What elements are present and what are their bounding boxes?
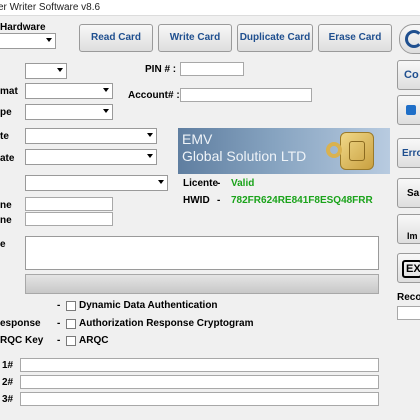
track3-label: 3# bbox=[2, 394, 14, 405]
option1-dash: - bbox=[57, 300, 61, 311]
type-select[interactable] bbox=[25, 104, 113, 120]
arqc-checkbox[interactable] bbox=[66, 336, 76, 346]
account-field[interactable] bbox=[180, 88, 312, 102]
duplicate-card-button[interactable]: Duplicate Card bbox=[237, 24, 313, 52]
record-field[interactable] bbox=[397, 306, 420, 320]
dda-label: Dynamic Data Authentication bbox=[79, 300, 218, 311]
licence-label: Licente bbox=[183, 178, 219, 189]
window-title: er Writer Software v8.6 bbox=[0, 2, 101, 13]
hwid-label: HWID bbox=[183, 195, 210, 206]
hardware-select[interactable] bbox=[0, 33, 56, 49]
connect-label: Co bbox=[404, 69, 419, 81]
read-card-button[interactable]: Read Card bbox=[79, 24, 153, 52]
chevron-down-icon bbox=[158, 180, 164, 184]
small-select[interactable] bbox=[25, 63, 67, 79]
notes-label: e bbox=[0, 239, 6, 250]
error-label: Erro bbox=[402, 148, 420, 159]
erase-card-button[interactable]: Erase Card bbox=[318, 24, 392, 52]
hwid-dash: - bbox=[217, 195, 221, 206]
arc-checkbox[interactable] bbox=[66, 319, 76, 329]
name1-label: ne bbox=[0, 200, 12, 211]
dda-checkbox[interactable] bbox=[66, 301, 76, 311]
licence-dash: - bbox=[217, 178, 221, 189]
hwid-value: 782FR624RE841F8ESQ48FRR bbox=[231, 195, 373, 206]
track2-label: 2# bbox=[2, 377, 14, 388]
exit-button[interactable]: EX bbox=[397, 253, 420, 283]
arqc-label: ARQC bbox=[79, 335, 109, 346]
exit-label: EX bbox=[402, 260, 420, 278]
pin-field[interactable] bbox=[180, 62, 244, 76]
save-label: Sa bbox=[407, 188, 420, 199]
hardware-label: Hardware bbox=[0, 22, 46, 33]
chevron-down-icon bbox=[57, 68, 63, 72]
emv-banner: EMV Global Solution LTD bbox=[178, 128, 390, 174]
format-label: mat bbox=[0, 86, 18, 97]
key-icon bbox=[326, 142, 342, 158]
end-date-label: ate bbox=[0, 153, 15, 164]
connect-button[interactable]: Co bbox=[397, 60, 420, 90]
emv-title: EMV bbox=[182, 131, 213, 147]
track1-label: 1# bbox=[2, 360, 14, 371]
import-label: Im bbox=[407, 231, 418, 241]
licence-value: Valid bbox=[231, 178, 255, 189]
option2-dash: - bbox=[57, 318, 61, 329]
track3-field[interactable] bbox=[20, 392, 379, 406]
end-date-select[interactable] bbox=[25, 149, 157, 165]
account-label: Account# : bbox=[128, 90, 180, 101]
type-label: pe bbox=[0, 107, 12, 118]
error-button[interactable]: Erro bbox=[397, 138, 420, 168]
progress-bar bbox=[25, 274, 379, 294]
start-date-label: te bbox=[0, 131, 9, 142]
power-icon bbox=[405, 30, 420, 48]
chevron-down-icon bbox=[147, 133, 153, 137]
save-button[interactable]: Sa bbox=[397, 178, 420, 208]
chip-icon bbox=[340, 132, 374, 170]
chevron-down-icon bbox=[103, 88, 109, 92]
emv-company: Global Solution LTD bbox=[182, 148, 307, 164]
chevron-down-icon bbox=[147, 154, 153, 158]
option3-label: RQC Key bbox=[0, 335, 44, 346]
start-date-select[interactable] bbox=[25, 128, 157, 144]
chevron-down-icon bbox=[103, 109, 109, 113]
notes-textarea[interactable] bbox=[25, 236, 379, 270]
option3-dash: - bbox=[57, 335, 61, 346]
arc-label: Authorization Response Cryptogram bbox=[79, 318, 254, 329]
card-type-select[interactable] bbox=[25, 175, 168, 191]
title-bar: er Writer Software v8.6 bbox=[0, 0, 420, 16]
card-action-button[interactable] bbox=[397, 95, 420, 125]
option2-label: esponse bbox=[0, 318, 41, 329]
name1-field[interactable] bbox=[25, 197, 113, 211]
connect-round-button[interactable] bbox=[399, 24, 420, 54]
pin-label: PIN # : bbox=[145, 64, 177, 75]
chevron-down-icon bbox=[46, 38, 52, 42]
write-card-button[interactable]: Write Card bbox=[158, 24, 232, 52]
import-button[interactable]: Im bbox=[397, 214, 420, 244]
format-select[interactable] bbox=[25, 83, 113, 99]
record-label: Reco bbox=[397, 292, 420, 303]
track2-field[interactable] bbox=[20, 375, 379, 389]
name2-label: ne bbox=[0, 215, 12, 226]
card-icon bbox=[406, 105, 416, 115]
track1-field[interactable] bbox=[20, 358, 379, 372]
name2-field[interactable] bbox=[25, 212, 113, 226]
